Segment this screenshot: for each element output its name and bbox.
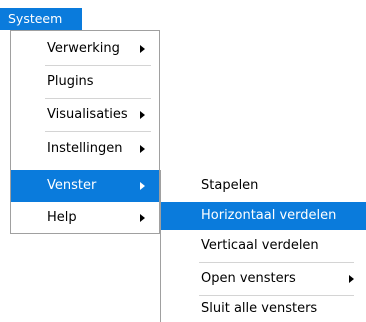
submenu-item-label: Open vensters — [201, 271, 296, 286]
submenu-item-label: Stapelen — [201, 178, 259, 193]
submenu-arrow-icon — [140, 214, 145, 222]
menu-item-instellingen[interactable]: Instellingen — [11, 133, 159, 165]
menu-item-plugins[interactable]: Plugins — [11, 66, 159, 98]
submenu-item-label: Verticaal verdelen — [201, 238, 319, 253]
menu-item-label: Verwerking — [47, 41, 120, 56]
menu-item-label: Help — [47, 210, 77, 225]
menu-screen: Systeem Verwerking Plugins Visualisaties… — [0, 0, 366, 322]
submenu-item-horizontaal-verdelen[interactable]: Horizontaal verdelen — [161, 202, 366, 230]
menu-systeem[interactable]: Systeem — [0, 8, 82, 30]
menu-item-label: Visualisaties — [47, 107, 128, 122]
menu-item-help[interactable]: Help — [11, 202, 159, 234]
venster-submenu: Stapelen Horizontaal verdelen Verticaal … — [160, 170, 366, 322]
submenu-arrow-icon — [140, 45, 145, 53]
submenu-item-sluit-alle-vensters[interactable]: Sluit alle vensters — [161, 296, 366, 322]
submenu-arrow-icon — [140, 182, 145, 190]
submenu-arrow-icon — [140, 111, 145, 119]
submenu-item-label: Sluit alle vensters — [201, 301, 318, 316]
separator — [45, 131, 151, 132]
menu-item-visualisaties[interactable]: Visualisaties — [11, 99, 159, 131]
submenu-arrow-icon — [349, 275, 354, 283]
submenu-item-open-vensters[interactable]: Open vensters — [161, 263, 366, 295]
submenu-arrow-icon — [140, 145, 145, 153]
menu-item-verwerking[interactable]: Verwerking — [11, 33, 159, 65]
systeem-dropdown: Verwerking Plugins Visualisaties Instell… — [10, 30, 160, 234]
menu-systeem-label: Systeem — [8, 11, 63, 26]
menu-item-label: Instellingen — [47, 141, 123, 156]
submenu-item-stapelen[interactable]: Stapelen — [161, 170, 366, 202]
menu-item-label: Plugins — [47, 74, 94, 89]
submenu-item-label: Horizontaal verdelen — [201, 208, 337, 223]
submenu-item-verticaal-verdelen[interactable]: Verticaal verdelen — [161, 230, 366, 262]
menu-item-venster[interactable]: Venster — [11, 170, 159, 202]
menu-item-label: Venster — [47, 178, 97, 193]
